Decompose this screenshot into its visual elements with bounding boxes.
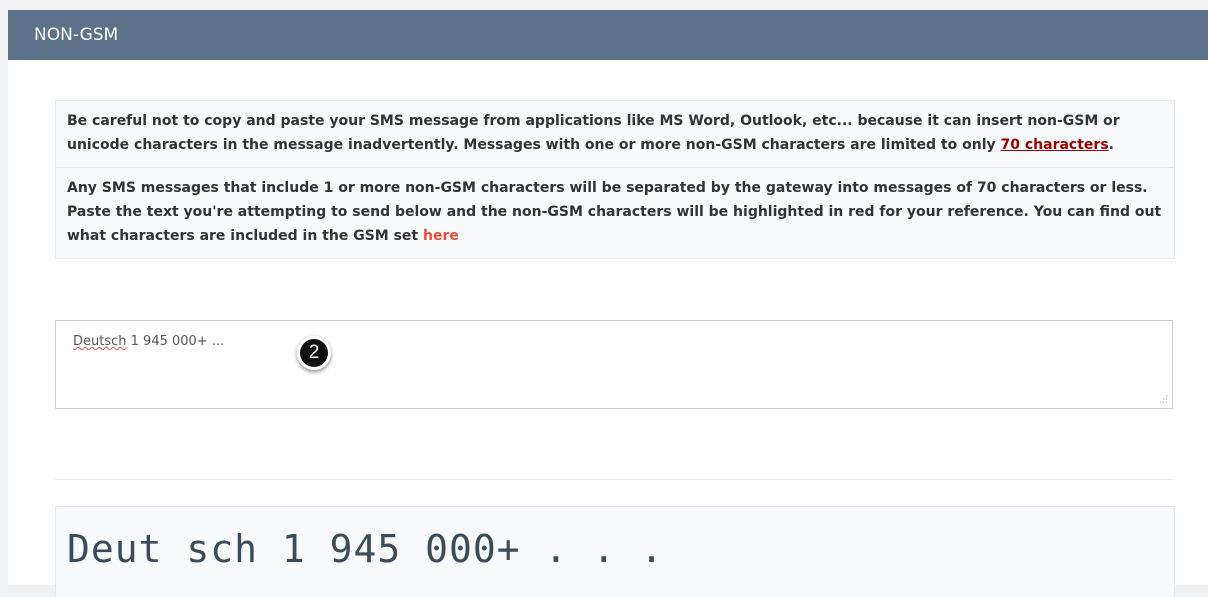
panel-title: NON-GSM <box>34 25 119 45</box>
message-textarea[interactable]: Deutsch 1 945 000+ ... <box>55 320 1173 409</box>
notice-period: . <box>1108 137 1114 153</box>
preview-text: Deut sch 1 945 000+ . . . <box>67 527 664 571</box>
resize-grip-icon[interactable] <box>1158 394 1168 404</box>
misspelled-word: Deutsch <box>73 334 127 349</box>
character-limit-link[interactable]: 70 characters <box>1001 137 1109 153</box>
panel-header: NON-GSM <box>8 10 1208 60</box>
message-text: Deutsch 1 945 000+ ... <box>73 334 224 349</box>
notice-paragraph-warning: Be careful not to copy and paste your SM… <box>56 101 1174 167</box>
notice-text: Any SMS messages that include 1 or more … <box>67 180 1162 244</box>
gsm-set-link[interactable]: here <box>423 228 459 244</box>
step-number: 2 <box>300 339 328 367</box>
message-rest: 1 945 000+ ... <box>126 334 225 349</box>
info-notice: Be careful not to copy and paste your SM… <box>55 100 1175 259</box>
section-divider <box>55 479 1173 480</box>
non-gsm-panel: NON-GSM Be careful not to copy and paste… <box>8 10 1208 597</box>
highlight-preview: Deut sch 1 945 000+ . . . <box>55 506 1175 597</box>
notice-text: Be careful not to copy and paste your SM… <box>67 113 1120 153</box>
notice-paragraph-info: Any SMS messages that include 1 or more … <box>56 167 1174 258</box>
step-number-badge: 2 <box>297 336 331 370</box>
